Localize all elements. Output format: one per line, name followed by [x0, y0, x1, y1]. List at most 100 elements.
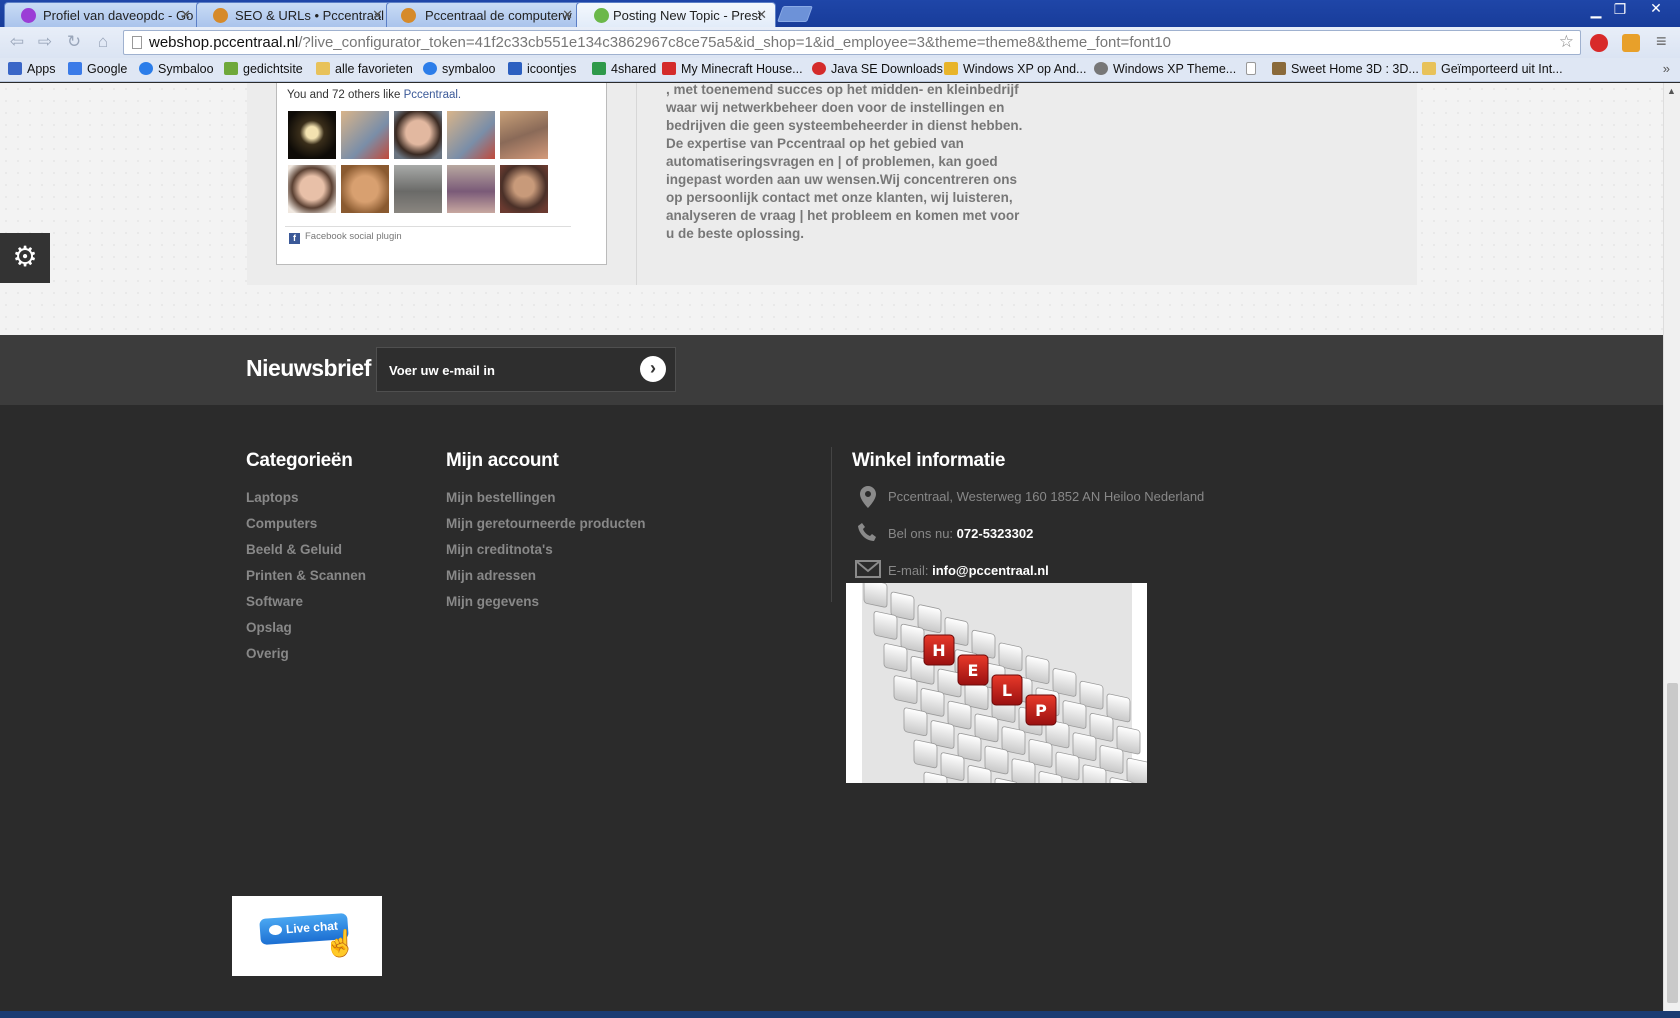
category-link-laptops[interactable]: Laptops — [246, 490, 299, 505]
browser-tab-4[interactable]: Posting New Topic - Prest ✕ — [576, 2, 776, 27]
bookmark-java[interactable]: Java SE Downloads — [812, 62, 943, 76]
account-link-orders[interactable]: Mijn bestellingen — [446, 490, 556, 505]
bookmark-site-icon — [1094, 62, 1108, 75]
bookmark-windows-xp-theme[interactable]: Windows XP Theme... — [1094, 62, 1236, 76]
browser-tab-1[interactable]: Profiel van daveopdc - Go ✕ — [4, 2, 200, 27]
facebook-fan-avatar[interactable] — [499, 164, 549, 214]
bookmark-google[interactable]: Google — [68, 62, 127, 76]
restore-icon[interactable]: ❐ — [1608, 1, 1632, 18]
live-chat-widget[interactable]: Live chat ☝ — [232, 896, 382, 976]
facebook-fan-avatar[interactable] — [287, 110, 337, 160]
tab-title: Posting New Topic - Prest — [613, 8, 762, 23]
map-marker-icon — [855, 486, 881, 514]
scrollbar-thumb[interactable] — [1667, 683, 1678, 1003]
email-link[interactable]: info@pccentraal.nl — [932, 563, 1049, 578]
oracle-icon — [812, 62, 826, 75]
bookmark-icoontjes[interactable]: icoontjes — [508, 62, 576, 76]
bookmark-symbaloo[interactable]: Symbaloo — [139, 62, 214, 76]
facebook-fan-avatar[interactable] — [287, 164, 337, 214]
bookmark-label: Windows XP op And... — [963, 62, 1087, 76]
close-tab-icon[interactable]: ✕ — [756, 7, 767, 23]
likes-count-text: You and 72 others like — [287, 89, 404, 101]
close-window-icon[interactable]: ✕ — [1644, 0, 1668, 17]
minimize-icon[interactable]: ▁ — [1584, 2, 1608, 19]
facebook-fan-avatar[interactable] — [340, 110, 390, 160]
facebook-likes-text: You and 72 others like Pccentraal. — [287, 89, 461, 101]
help-key-letter: P — [1035, 701, 1047, 720]
store-info-title: Winkel informatie — [852, 450, 1006, 471]
category-link-printen-scannen[interactable]: Printen & Scannen — [246, 568, 366, 583]
plugin-label-text: Facebook social plugin — [305, 231, 402, 242]
chrome-menu-icon[interactable]: ≡ — [1656, 31, 1667, 52]
browser-tab-3[interactable]: Pccentraal de computerw ✕ — [386, 2, 582, 27]
new-tab-button[interactable] — [777, 6, 813, 22]
newsletter-bar: Nieuwsbrief Voer uw e-mail in › — [0, 335, 1663, 405]
bookmark-minecraft[interactable]: My Minecraft House... — [662, 62, 803, 76]
facebook-fan-avatar[interactable] — [393, 164, 443, 214]
facebook-fan-avatar[interactable] — [393, 110, 443, 160]
bookmark-windows-xp-android[interactable]: Windows XP op And... — [944, 62, 1086, 76]
help-keyboard-image: H E L P — [846, 578, 1191, 915]
back-icon[interactable]: ⇦ — [6, 32, 28, 52]
category-link-beeld-geluid[interactable]: Beeld & Geluid — [246, 542, 342, 557]
extension-icon[interactable] — [1622, 34, 1640, 52]
store-email: E-mail: info@pccentraal.nl — [888, 563, 1049, 578]
settings-gear-icon[interactable]: ⚙ — [0, 233, 50, 283]
bookmark-label: My Minecraft House... — [681, 62, 803, 76]
bookmark-sweet-home[interactable]: Sweet Home 3D : 3D... — [1272, 62, 1419, 76]
facebook-fan-avatar[interactable] — [499, 110, 549, 160]
tab-title: SEO & URLs • Pccentraal c — [235, 8, 392, 23]
help-key-letter: E — [968, 661, 979, 680]
facebook-fan-avatar[interactable] — [446, 110, 496, 160]
category-link-opslag[interactable]: Opslag — [246, 620, 292, 635]
bookmark-folder-imported[interactable]: Geïmporteerd uit Int... — [1422, 62, 1563, 76]
hand-pointer-icon: ☝ — [324, 928, 357, 958]
page-icon — [132, 36, 142, 49]
category-link-computers[interactable]: Computers — [246, 516, 317, 531]
symbaloo-icon — [139, 62, 153, 75]
account-link-credit-slips[interactable]: Mijn creditnota's — [446, 542, 553, 557]
category-link-overig[interactable]: Overig — [246, 646, 289, 661]
bookmark-star-icon[interactable]: ☆ — [1559, 32, 1574, 52]
account-link-personal-info[interactable]: Mijn gegevens — [446, 594, 539, 609]
bookmarks-bar: Apps Google Symbaloo gedichtsite alle fa… — [0, 58, 1680, 82]
account-link-addresses[interactable]: Mijn adressen — [446, 568, 536, 583]
keyboard-key — [883, 643, 908, 672]
close-tab-icon[interactable]: ✕ — [372, 7, 383, 23]
browser-tab-2[interactable]: SEO & URLs • Pccentraal c ✕ — [196, 2, 392, 27]
account-link-returns[interactable]: Mijn geretourneerde producten — [446, 516, 646, 531]
category-link-software[interactable]: Software — [246, 594, 303, 609]
newsletter-email-input[interactable]: Voer uw e-mail in — [376, 347, 676, 392]
newsletter-submit-arrow-icon[interactable]: › — [640, 356, 666, 382]
facebook-page-link[interactable]: Pccentraal. — [404, 89, 462, 101]
reload-icon[interactable]: ↻ — [63, 32, 85, 52]
page-scrollbar[interactable]: ▲ — [1663, 83, 1680, 1013]
keyboard-key — [893, 675, 918, 704]
facebook-plugin-label[interactable]: f Facebook social plugin — [289, 231, 402, 244]
facebook-icon: f — [289, 233, 300, 244]
address-bar[interactable]: webshop.pccentraal.nl/?live_configurator… — [123, 30, 1581, 55]
bookmarks-overflow-icon[interactable]: » — [1663, 61, 1670, 76]
tab-title: Pccentraal de computerw — [425, 8, 572, 23]
browser-tab-bar: Profiel van daveopdc - Go ✕ SEO & URLs •… — [0, 0, 1680, 27]
scroll-up-icon[interactable]: ▲ — [1667, 86, 1676, 96]
home-icon[interactable]: ⌂ — [92, 32, 114, 52]
phone-number[interactable]: 072-5323302 — [957, 526, 1034, 541]
close-tab-icon[interactable]: ✕ — [562, 7, 573, 23]
sweet-home-icon — [1272, 62, 1286, 75]
bookmark-symbaloo-2[interactable]: symbaloo — [423, 62, 496, 76]
bookmark-apps[interactable]: Apps — [8, 62, 56, 76]
bookmark-4shared[interactable]: 4shared — [592, 62, 656, 76]
bookmark-label: symbaloo — [442, 62, 496, 76]
categories-title: Categorieën — [246, 450, 353, 471]
bookmark-gedichtsite[interactable]: gedichtsite — [224, 62, 303, 76]
facebook-fan-avatar[interactable] — [340, 164, 390, 214]
close-tab-icon[interactable]: ✕ — [180, 7, 191, 23]
browser-toolbar: ⇦ ⇨ ↻ ⌂ webshop.pccentraal.nl/?live_conf… — [0, 27, 1680, 58]
adblock-extension-icon[interactable] — [1590, 34, 1608, 52]
facebook-fan-avatar[interactable] — [446, 164, 496, 214]
forward-icon[interactable]: ⇨ — [34, 32, 56, 52]
apps-grid-icon — [8, 62, 22, 75]
bookmark-folder-favorieten[interactable]: alle favorieten — [316, 62, 413, 76]
bookmark-blank[interactable] — [1246, 62, 1261, 76]
